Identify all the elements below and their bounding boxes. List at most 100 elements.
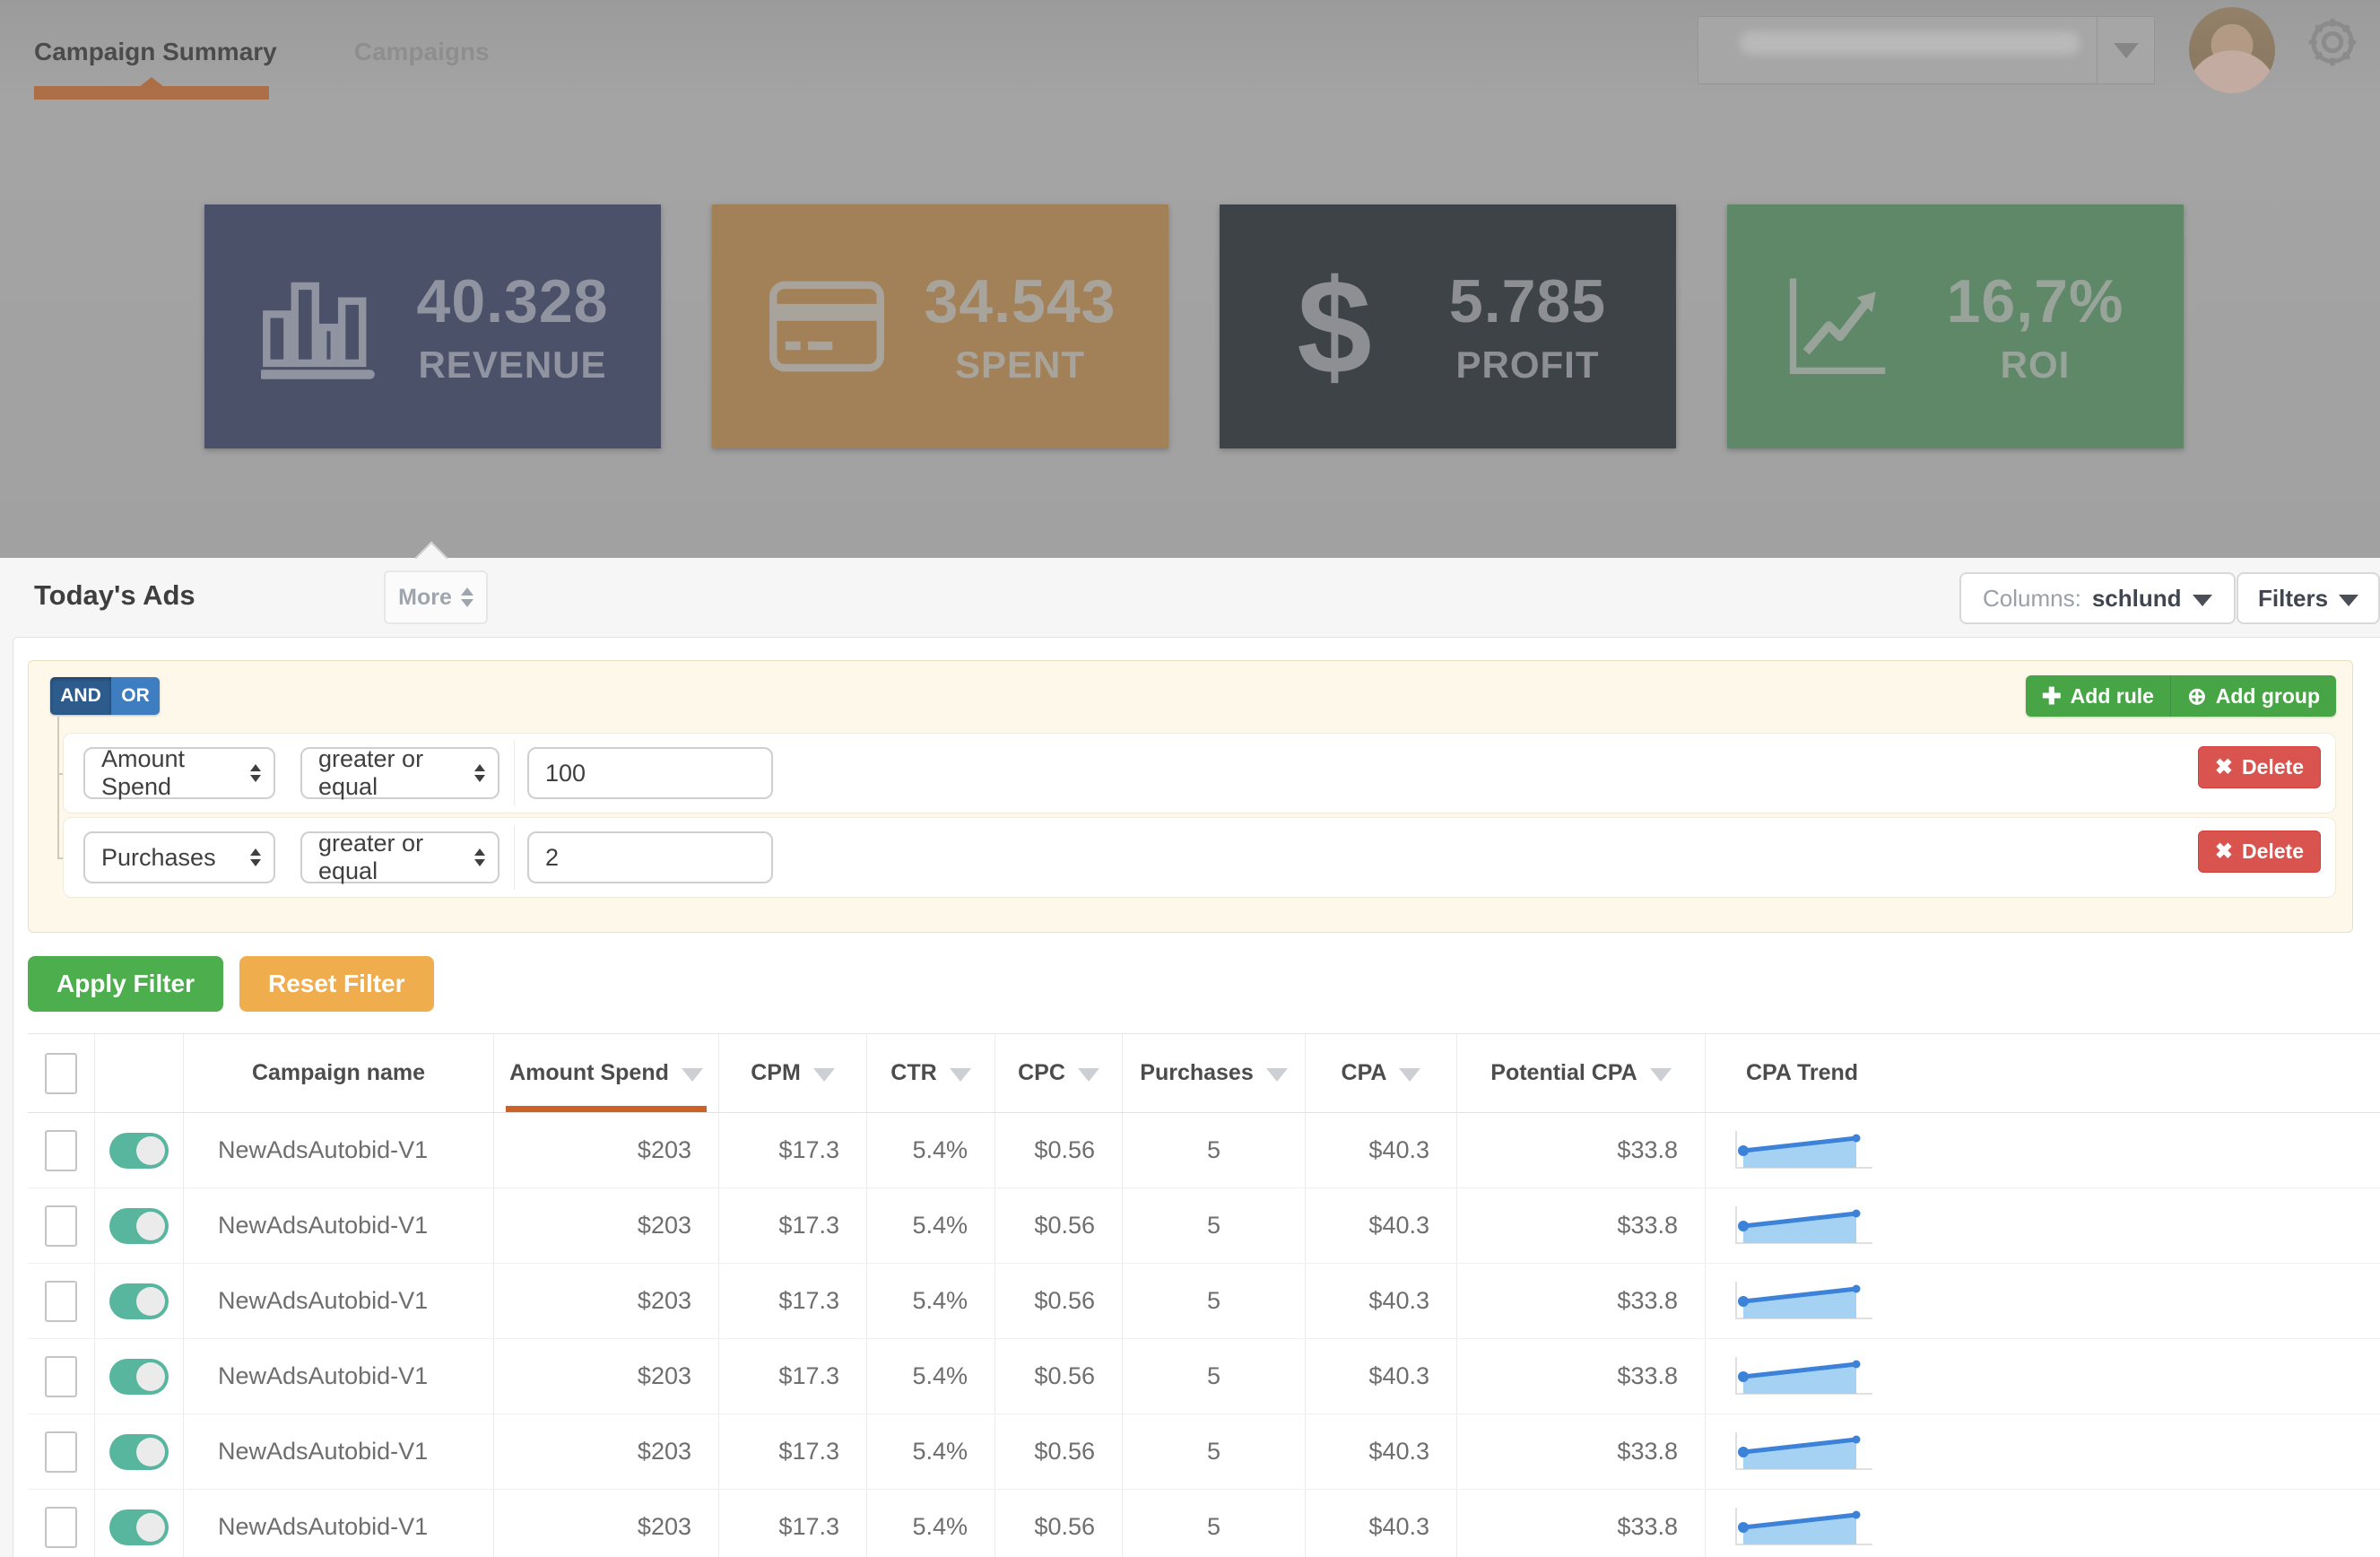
row-checkbox[interactable] [45,1205,77,1247]
cpm-header[interactable]: CPM [719,1034,867,1112]
delete-label: Delete [2242,755,2304,779]
ctr-cell: 5.4% [867,1490,995,1557]
select-stepper-icon [250,764,261,782]
toggle-knob [136,1212,165,1240]
settings-gear-icon[interactable] [2305,14,2360,74]
credit-card-icon [755,277,899,376]
tab-campaigns[interactable]: Campaigns [354,38,490,100]
toggle-knob [136,1362,165,1391]
main-tabs: Campaign Summary Campaigns [34,38,490,100]
account-dropdown[interactable] [1698,16,2155,84]
row-enabled-toggle[interactable] [109,1359,169,1395]
user-avatar[interactable] [2189,7,2275,93]
purchases-cell: 5 [1123,1490,1306,1557]
more-button[interactable]: More [384,570,488,624]
cpc-cell: $0.56 [995,1414,1123,1489]
cpa-cell: $40.3 [1306,1113,1457,1187]
chevron-down-icon [2193,595,2212,606]
row-checkbox[interactable] [45,1431,77,1473]
campaign-name-header[interactable]: Campaign name [184,1034,494,1112]
cpa-trend-sparkline [1729,1278,1881,1325]
cpm-cell: $17.3 [719,1490,867,1557]
cpc-header[interactable]: CPC [995,1034,1123,1112]
and-toggle-button[interactable]: AND [50,677,111,715]
ctr-cell: 5.4% [867,1339,995,1413]
ctr-cell: 5.4% [867,1113,995,1187]
row-checkbox[interactable] [45,1130,77,1171]
rule-field-select[interactable]: Amount Spend [83,747,275,799]
rule-value-input[interactable] [527,747,773,799]
ctr-header[interactable]: CTR [867,1034,995,1112]
row-enabled-toggle[interactable] [109,1509,169,1545]
chevron-down-icon [2114,43,2139,58]
sort-caret-icon [813,1068,835,1082]
cpc-cell: $0.56 [995,1264,1123,1338]
rule-operator-select[interactable]: greater or equal [300,747,499,799]
tab-campaign-summary[interactable]: Campaign Summary [34,38,277,100]
rule-field-value: Amount Spend [101,745,250,801]
table-row: NewAdsAutobid-V1 $203 $17.3 5.4% $0.56 5… [28,1113,2380,1188]
amount-spend-header[interactable]: Amount Spend [494,1034,719,1112]
columns-dropdown-button[interactable]: Columns: schlund [1959,572,2236,624]
table-row: NewAdsAutobid-V1 $203 $17.3 5.4% $0.56 5… [28,1490,2380,1557]
add-rule-button[interactable]: ✚ Add rule [2026,675,2170,717]
more-button-label: More [398,585,452,611]
row-checkbox[interactable] [45,1507,77,1548]
bar-chart-icon [248,273,391,380]
delete-rule-button[interactable]: ✖ Delete [2198,831,2321,873]
delete-rule-button[interactable]: ✖ Delete [2198,746,2321,788]
row-enabled-toggle[interactable] [109,1434,169,1470]
or-toggle-button[interactable]: OR [111,677,160,715]
toggle-knob [136,1513,165,1542]
cpa-trend-cell [1706,1264,2380,1338]
account-dropdown-redacted-text [1740,31,2080,55]
revenue-card: 40.328 REVENUE [204,204,661,448]
active-tab-underline [34,86,269,100]
cpa-header[interactable]: CPA [1306,1034,1457,1112]
sort-caret-icon [1399,1068,1420,1082]
select-all-checkbox[interactable] [45,1053,77,1094]
cpa-trend-cell [1706,1113,2380,1187]
rule-field-value: Purchases [101,844,216,872]
cpa-trend-cell [1706,1339,2380,1413]
filter-rule-row: Amount Spend greater or equal ✖ Delete [63,733,2336,813]
amount-spend-cell: $203 [494,1188,719,1263]
row-enabled-toggle[interactable] [109,1208,169,1244]
content-panel: AND OR ✚ Add rule ⊕ Add group [13,637,2380,1557]
filters-label: Filters [2258,585,2328,613]
table-row: NewAdsAutobid-V1 $203 $17.3 5.4% $0.56 5… [28,1339,2380,1414]
rule-divider [514,741,515,805]
add-group-label: Add group [2216,684,2320,709]
row-enabled-toggle[interactable] [109,1283,169,1319]
filter-actions: Apply Filter Reset Filter [28,956,2380,1012]
row-enabled-toggle[interactable] [109,1133,169,1169]
purchases-header[interactable]: Purchases [1123,1034,1306,1112]
reset-filter-button[interactable]: Reset Filter [239,956,434,1012]
circled-plus-icon: ⊕ [2187,683,2207,710]
amount-spend-cell: $203 [494,1339,719,1413]
add-group-button[interactable]: ⊕ Add group [2170,675,2336,717]
filter-rule-row: Purchases greater or equal ✖ Delete [63,817,2336,898]
cpc-cell: $0.56 [995,1113,1123,1187]
apply-filter-button[interactable]: Apply Filter [28,956,223,1012]
row-checkbox[interactable] [45,1281,77,1322]
rule-operator-select[interactable]: greater or equal [300,831,499,883]
potential-cpa-cell: $33.8 [1457,1414,1706,1489]
filters-dropdown-button[interactable]: Filters [2237,572,2380,624]
cpa-trend-sparkline [1729,1203,1881,1249]
potential-cpa-cell: $33.8 [1457,1339,1706,1413]
close-icon: ✖ [2215,754,2233,780]
dollar-icon: $ [1263,259,1406,394]
cpc-cell: $0.56 [995,1188,1123,1263]
up-down-stepper-icon [461,587,473,607]
amount-spend-cell: $203 [494,1264,719,1338]
potential-cpa-header[interactable]: Potential CPA [1457,1034,1706,1112]
ctr-cell: 5.4% [867,1264,995,1338]
row-checkbox[interactable] [45,1356,77,1397]
rule-value-input[interactable] [527,831,773,883]
cpm-cell: $17.3 [719,1113,867,1187]
filter-add-buttons: ✚ Add rule ⊕ Add group [2026,675,2336,717]
cpa-trend-cell [1706,1414,2380,1489]
rule-field-select[interactable]: Purchases [83,831,275,883]
campaign-name-cell: NewAdsAutobid-V1 [184,1339,494,1413]
